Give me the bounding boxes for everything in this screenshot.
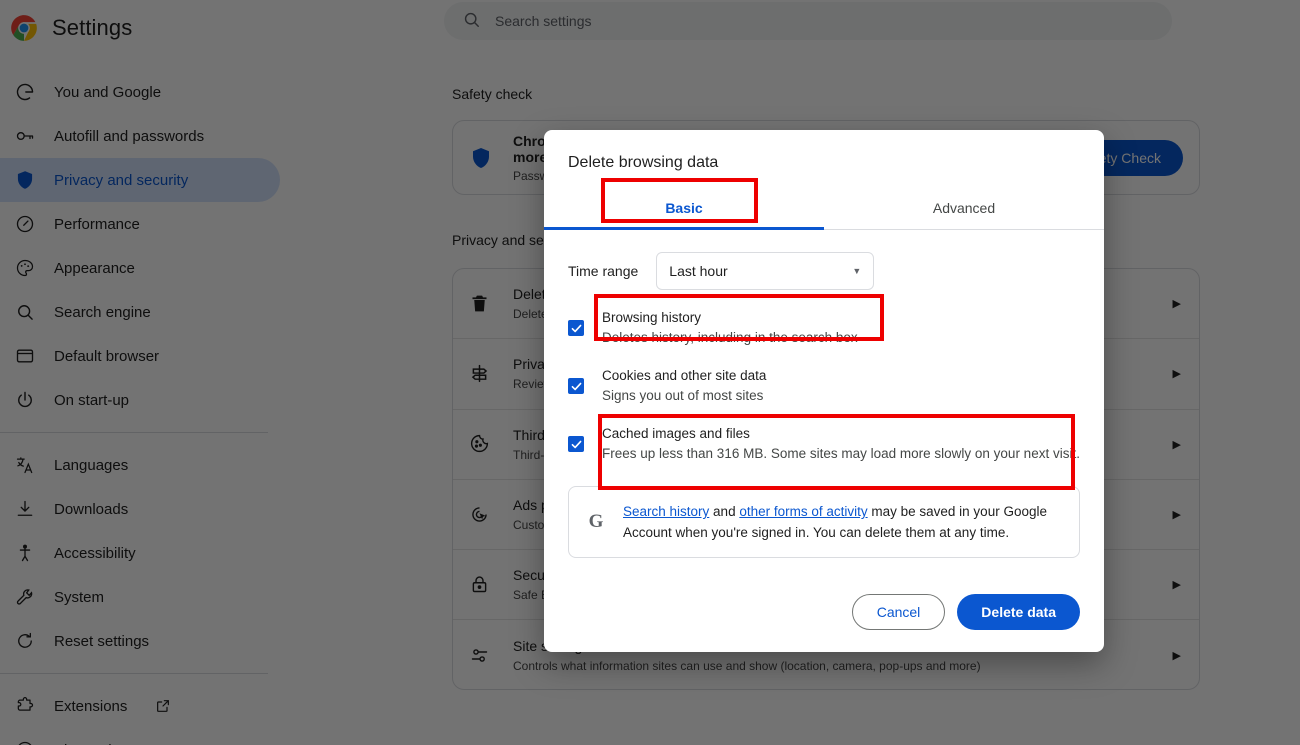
browsing-history-checkbox[interactable] (568, 320, 584, 336)
settings-page-root: Settings You and Google (0, 0, 1300, 745)
dialog-tabs: Basic Advanced (544, 186, 1104, 230)
tab-advanced[interactable]: Advanced (824, 186, 1104, 229)
option-title: Browsing history (602, 308, 1080, 328)
option-title: Cached images and files (602, 424, 1080, 444)
google-account-notice: G Search history and other forms of acti… (568, 486, 1080, 558)
time-range-select[interactable]: Last hour ▼ (656, 252, 874, 290)
cached-images-checkbox[interactable] (568, 436, 584, 452)
delete-data-button[interactable]: Delete data (957, 594, 1080, 630)
option-cookies-and-site-data: Cookies and other site data Signs you ou… (568, 366, 1080, 406)
time-range-row: Time range Last hour ▼ (568, 252, 1080, 290)
google-g-icon: G (585, 511, 607, 533)
notice-conjunction: and (709, 504, 739, 519)
google-notice-text: Search history and other forms of activi… (623, 501, 1063, 543)
chevron-down-icon: ▼ (852, 266, 861, 276)
option-subtitle: Signs you out of most sites (602, 386, 1080, 406)
option-subtitle: Frees up less than 316 MB. Some sites ma… (602, 444, 1080, 464)
option-text[interactable]: Browsing history Deletes history, includ… (602, 308, 1080, 348)
dialog-body: Time range Last hour ▼ Browsing history … (544, 230, 1104, 576)
option-browsing-history: Browsing history Deletes history, includ… (568, 308, 1080, 348)
search-history-link[interactable]: Search history (623, 504, 709, 519)
time-range-label: Time range (568, 263, 638, 279)
option-text[interactable]: Cookies and other site data Signs you ou… (602, 366, 1080, 406)
dialog-footer: Cancel Delete data (544, 576, 1104, 652)
delete-browsing-data-dialog: Delete browsing data Basic Advanced Time… (544, 130, 1104, 652)
tab-active-indicator (544, 227, 824, 230)
time-range-value: Last hour (669, 263, 727, 279)
cookies-checkbox[interactable] (568, 378, 584, 394)
option-cached-images-and-files: Cached images and files Frees up less th… (568, 424, 1080, 464)
cancel-button[interactable]: Cancel (852, 594, 946, 630)
option-title: Cookies and other site data (602, 366, 1080, 386)
other-forms-of-activity-link[interactable]: other forms of activity (739, 504, 867, 519)
dialog-title: Delete browsing data (544, 130, 1104, 172)
option-text[interactable]: Cached images and files Frees up less th… (602, 424, 1080, 464)
option-subtitle: Deletes history, including in the search… (602, 328, 1080, 348)
tab-basic[interactable]: Basic (544, 186, 824, 229)
